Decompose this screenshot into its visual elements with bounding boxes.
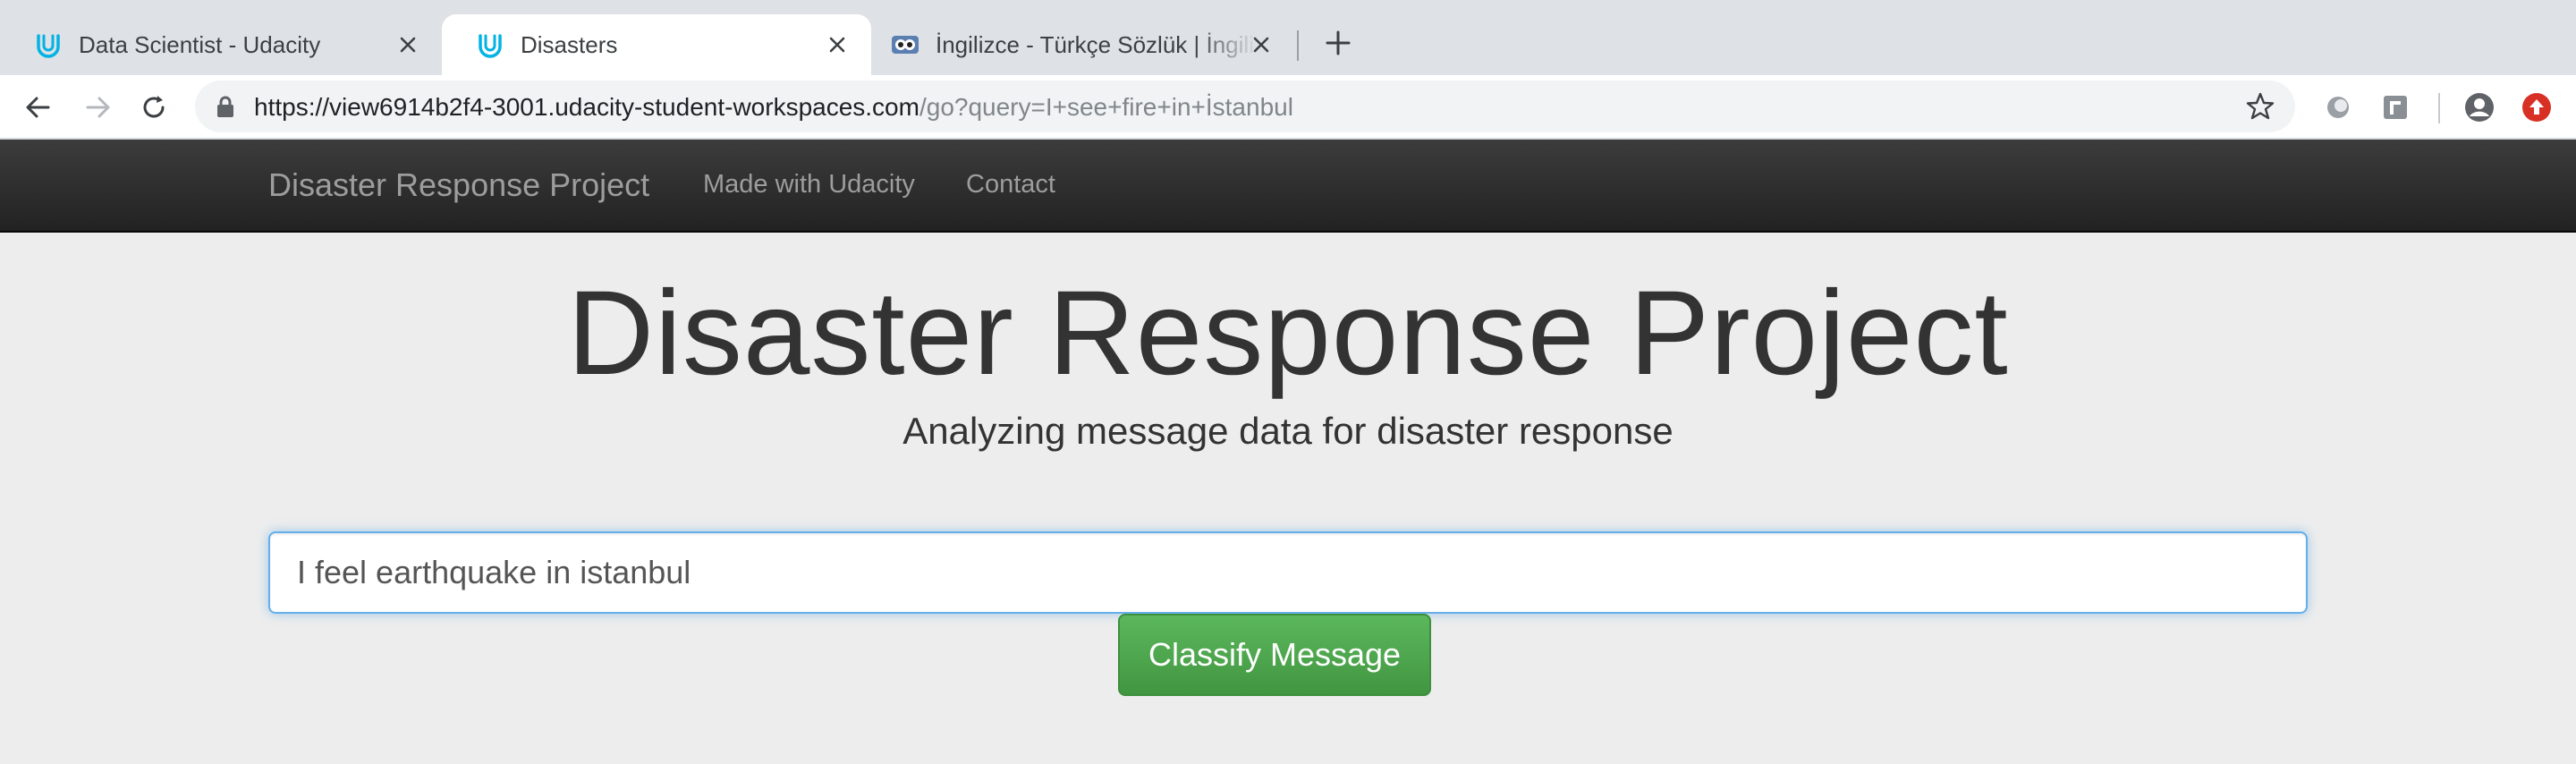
tab-disasters[interactable]: Disasters [442,14,871,75]
reload-icon[interactable] [138,91,170,123]
udacity-icon [476,30,504,59]
url-text[interactable]: https://view6914b2f4-3001.udacity-studen… [254,93,1293,122]
new-tab-icon[interactable] [1322,27,1354,59]
tab-sozluk[interactable]: İngilizce - Türkçe Sözlük | İngilizce [871,14,1295,75]
browser-toolbar: https://view6914b2f4-3001.udacity-studen… [0,75,2576,140]
close-tab-icon[interactable] [394,30,422,59]
nav-link-contact[interactable]: Contact [966,170,1055,199]
close-tab-icon[interactable] [1247,30,1275,59]
back-arrow-icon[interactable] [21,91,54,123]
extension-circle-icon[interactable] [2320,89,2356,125]
address-bar[interactable]: https://view6914b2f4-3001.udacity-studen… [195,81,2295,132]
profile-icon[interactable] [2462,89,2497,125]
classify-message-button[interactable]: Classify Message [1118,614,1431,696]
udacity-icon [34,30,63,59]
nav-link-made-with-udacity[interactable]: Made with Udacity [703,170,915,199]
forward-arrow-icon[interactable] [82,91,114,123]
browser-tab-strip: Data Scientist - Udacity Disasters İngil… [0,0,2576,75]
close-tab-icon[interactable] [823,30,852,59]
tab-title: Data Scientist - Udacity [79,30,321,58]
url-path: /go?query=I+see+fire+in+İstanbul [919,93,1293,121]
tab-data-scientist[interactable]: Data Scientist - Udacity [0,14,442,75]
sozluk-owl-icon [891,30,919,59]
toolbar-separator [2438,93,2440,123]
message-input[interactable] [268,531,2308,614]
tab-title: İngilizce - Türkçe Sözlük | İngilizce [936,30,1258,58]
site-navbar: Disaster Response Project Made with Udac… [0,140,2576,233]
star-icon[interactable] [2245,91,2275,122]
lock-icon[interactable] [215,95,236,118]
tab-separator [1297,30,1299,61]
page-subtitle: Analyzing message data for disaster resp… [902,410,1674,452]
tab-title: Disasters [521,30,618,58]
page-title: Disaster Response Project [567,267,2009,400]
navbar-brand[interactable]: Disaster Response Project [268,166,649,204]
url-host: https://view6914b2f4-3001.udacity-studen… [254,93,919,121]
extension-square-icon[interactable] [2377,89,2413,125]
update-icon[interactable] [2519,89,2555,125]
